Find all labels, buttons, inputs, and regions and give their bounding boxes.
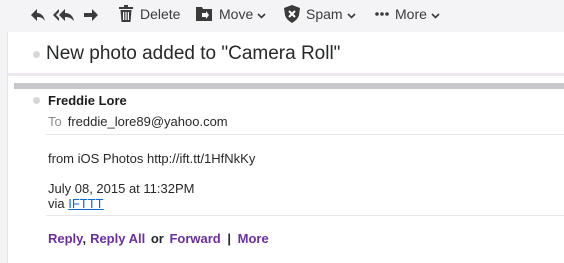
move-folder-icon xyxy=(195,5,213,22)
header-divider xyxy=(46,134,564,135)
reply-link[interactable]: Reply xyxy=(48,231,82,246)
sender-dot-icon xyxy=(33,97,40,104)
spam-button[interactable]: Spam xyxy=(284,5,356,23)
spam-shield-icon xyxy=(284,5,300,23)
comma-separator: , xyxy=(82,231,87,246)
message-toolbar: Delete Move Spam More xyxy=(0,0,564,30)
delete-button[interactable]: Delete xyxy=(118,5,180,23)
via-label: via xyxy=(48,196,65,211)
pipe-separator: | xyxy=(227,231,232,246)
reply-icon[interactable] xyxy=(29,6,47,24)
forward-icon[interactable] xyxy=(82,6,100,24)
thread-separator xyxy=(14,83,564,89)
reply-all-link[interactable]: Reply All xyxy=(90,231,145,246)
more-button[interactable]: More xyxy=(375,5,440,23)
reply-actions: Reply, Reply All or Forward | More xyxy=(48,231,269,246)
subject-row: New photo added to "Camera Roll" xyxy=(8,32,564,76)
chevron-down-icon xyxy=(431,6,440,22)
message-date: July 08, 2015 at 11:32PM xyxy=(48,181,195,196)
move-button[interactable]: Move xyxy=(195,5,266,22)
to-label: To xyxy=(48,114,62,129)
recipient-email[interactable]: freddie_lore89@yahoo.com xyxy=(68,114,228,129)
ellipsis-icon xyxy=(375,5,389,23)
body-divider xyxy=(46,215,564,216)
via-line: via IFTTT xyxy=(48,196,104,211)
unread-dot-icon xyxy=(33,51,40,58)
chevron-down-icon xyxy=(257,6,266,22)
forward-link[interactable]: Forward xyxy=(169,231,220,246)
recipient-row: To freddie_lore89@yahoo.com xyxy=(48,114,228,129)
more-label: More xyxy=(395,6,427,22)
reply-all-icon[interactable] xyxy=(52,6,76,24)
or-separator: or xyxy=(150,231,164,246)
sender-name[interactable]: Freddie Lore xyxy=(48,93,127,108)
trash-icon xyxy=(118,5,134,23)
chevron-down-icon xyxy=(347,6,356,22)
message-body-line: from iOS Photos http://ift.tt/1HfNkKy xyxy=(48,151,256,166)
spam-label: Spam xyxy=(306,6,343,22)
ifttt-link[interactable]: IFTTT xyxy=(68,196,103,211)
move-label: Move xyxy=(219,5,254,22)
message-card: New photo added to "Camera Roll" Freddie… xyxy=(7,32,564,263)
delete-label: Delete xyxy=(140,6,181,22)
more-link[interactable]: More xyxy=(238,231,269,246)
message-subject: New photo added to "Camera Roll" xyxy=(46,43,341,64)
